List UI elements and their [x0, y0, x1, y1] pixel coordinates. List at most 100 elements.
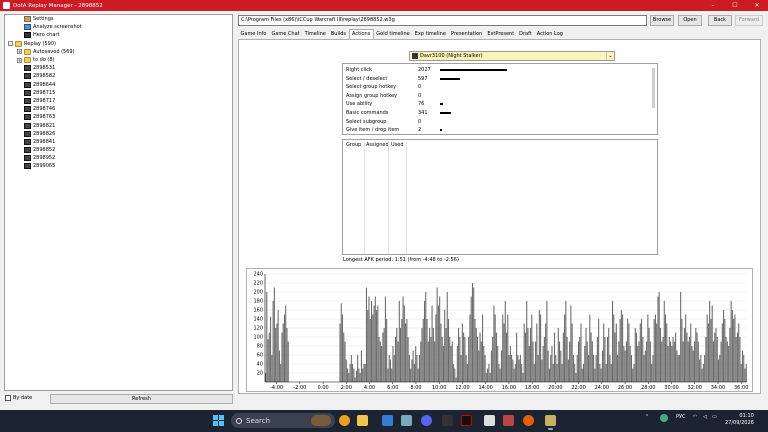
chevron-up-icon[interactable]: ⌃: [645, 414, 649, 420]
close-button[interactable]: ✕: [746, 0, 768, 11]
tree-item[interactable]: 2898826: [5, 130, 232, 138]
tree-item[interactable]: Settings: [5, 15, 232, 23]
open-button[interactable]: Open: [678, 15, 702, 26]
tree-item[interactable]: 2898852: [5, 146, 232, 154]
rockstar-icon[interactable]: [461, 415, 472, 426]
file-explorer-icon[interactable]: [357, 415, 368, 426]
tree-item[interactable]: 2898763: [5, 113, 232, 121]
notepad-icon[interactable]: [484, 415, 495, 426]
actions-list[interactable]: Right click 2027 Select / deselect 597 Selec…: [342, 63, 658, 135]
column-header-used[interactable]: Used: [391, 142, 404, 148]
column-header-group[interactable]: Group: [346, 142, 361, 148]
action-row[interactable]: Assign group hotkey 0: [346, 92, 646, 101]
language-indicator[interactable]: РУС: [676, 414, 686, 420]
forward-button[interactable]: Forward: [735, 15, 763, 26]
store-icon[interactable]: [382, 415, 393, 426]
expand-icon[interactable]: +: [17, 49, 22, 55]
replay-path-input[interactable]: C:\Program Files (x86)\iCCup Warcraft II…: [238, 15, 647, 26]
chrome-icon[interactable]: [339, 415, 350, 426]
tray-app-icon[interactable]: [660, 414, 668, 422]
x-tick-label: 12:00: [455, 385, 469, 391]
tab-gold-timeline[interactable]: Gold timeline: [374, 29, 412, 39]
action-row[interactable]: Right click 2027: [346, 66, 646, 75]
wifi-icon[interactable]: ◠: [693, 414, 697, 420]
minimize-button[interactable]: –: [702, 0, 724, 11]
apm-bar: [608, 328, 610, 382]
group-hotkey-table[interactable]: Group Assigned Used: [342, 139, 658, 255]
tab-exp-timeline[interactable]: Exp timeline: [412, 29, 448, 39]
tab-game-info[interactable]: Game Info: [238, 29, 269, 39]
checkbox-box[interactable]: [5, 395, 11, 401]
dota-replay-manager-taskbar-icon[interactable]: [545, 415, 556, 430]
tree-item[interactable]: + Autosaved (569): [5, 48, 232, 56]
apm-bar: [368, 296, 370, 382]
action-row[interactable]: Select group hotkey 0: [346, 83, 646, 92]
apm-bar: [270, 316, 272, 382]
app-icon-dark[interactable]: [442, 415, 453, 426]
apm-bar: [740, 364, 742, 382]
tree-item[interactable]: 2898821: [5, 121, 232, 129]
expand-icon[interactable]: +: [17, 57, 22, 63]
apm-bar: [500, 350, 503, 382]
settings-app-icon[interactable]: [401, 415, 412, 426]
back-button[interactable]: Back: [708, 15, 732, 26]
tree-item[interactable]: 2898531: [5, 64, 232, 72]
action-row[interactable]: Basic commands 341: [346, 109, 646, 118]
action-row[interactable]: Give item / drop item 2: [346, 126, 646, 134]
by-date-checkbox[interactable]: By date: [5, 395, 32, 401]
firefox-icon[interactable]: [523, 415, 534, 426]
scrollbar[interactable]: [652, 68, 655, 108]
action-row[interactable]: Use ability 76: [346, 100, 646, 109]
apm-bar: [729, 328, 731, 382]
tab-action-log[interactable]: Action Log: [534, 29, 565, 39]
apm-bar: [678, 355, 680, 382]
tree-item[interactable]: + to do (8): [5, 56, 232, 64]
clock[interactable]: 01:10 27/09/2026: [725, 413, 754, 427]
apm-bar: [421, 328, 423, 382]
apm-bar: [492, 337, 494, 382]
apm-bar: [535, 341, 537, 382]
column-header-assigned[interactable]: Assigned: [366, 142, 389, 148]
tree-item[interactable]: 2898717: [5, 97, 232, 105]
apm-bar: [540, 314, 542, 382]
volume-icon[interactable]: ◁: [703, 414, 707, 420]
tree-item[interactable]: Hero chart: [5, 31, 232, 39]
chevron-down-icon[interactable]: ⌄: [606, 52, 614, 60]
discord-icon[interactable]: [421, 415, 432, 426]
tree-item[interactable]: 2898715: [5, 89, 232, 97]
apm-bar: [476, 337, 479, 382]
tab-actions[interactable]: Actions: [348, 29, 374, 39]
tree-item[interactable]: 2898644: [5, 81, 232, 89]
tab-builds[interactable]: Builds: [328, 29, 348, 39]
tree-item[interactable]: 2898952: [5, 154, 232, 162]
apm-bar: [543, 337, 545, 382]
action-row[interactable]: Select / deselect 597: [346, 75, 646, 84]
tree-item[interactable]: 2898746: [5, 105, 232, 113]
tab-presentation[interactable]: Presentation: [448, 29, 484, 39]
x-tick-label: -4:00: [270, 385, 283, 391]
maximize-button[interactable]: ☐: [724, 0, 746, 11]
tab-timeline[interactable]: Timeline: [302, 29, 328, 39]
apm-bar: [724, 319, 726, 382]
tree-item[interactable]: Analyze screenshot: [5, 23, 232, 31]
tree-item[interactable]: - Replay (590): [5, 40, 232, 48]
app-icon-red[interactable]: [503, 415, 514, 426]
collapse-icon[interactable]: -: [8, 41, 13, 47]
battery-icon[interactable]: ▭: [712, 414, 717, 420]
apm-bar: [367, 310, 369, 382]
tree-item[interactable]: 2899065: [5, 162, 232, 170]
start-button[interactable]: [213, 415, 224, 426]
taskbar-search[interactable]: Search: [231, 413, 335, 428]
apm-bar: [644, 350, 646, 382]
tree-item[interactable]: 2898582: [5, 72, 232, 80]
replay-icon: [24, 138, 31, 145]
tab-game-chat[interactable]: Game Chat: [269, 29, 302, 39]
tree-item[interactable]: 2898841: [5, 138, 232, 146]
refresh-button[interactable]: Refresh: [50, 394, 233, 404]
player-select[interactable]: Davr3100 (Night Stalker) ⌄: [409, 51, 615, 61]
replay-tree[interactable]: Settings Analyze screenshot Hero chart - Rep…: [4, 14, 233, 391]
action-row[interactable]: Select subgroup 0: [346, 118, 646, 127]
tab-draft[interactable]: Draft: [517, 29, 535, 39]
tab-extpresent[interactable]: ExtPresent: [485, 29, 517, 39]
browse-button[interactable]: Browse: [650, 15, 674, 26]
